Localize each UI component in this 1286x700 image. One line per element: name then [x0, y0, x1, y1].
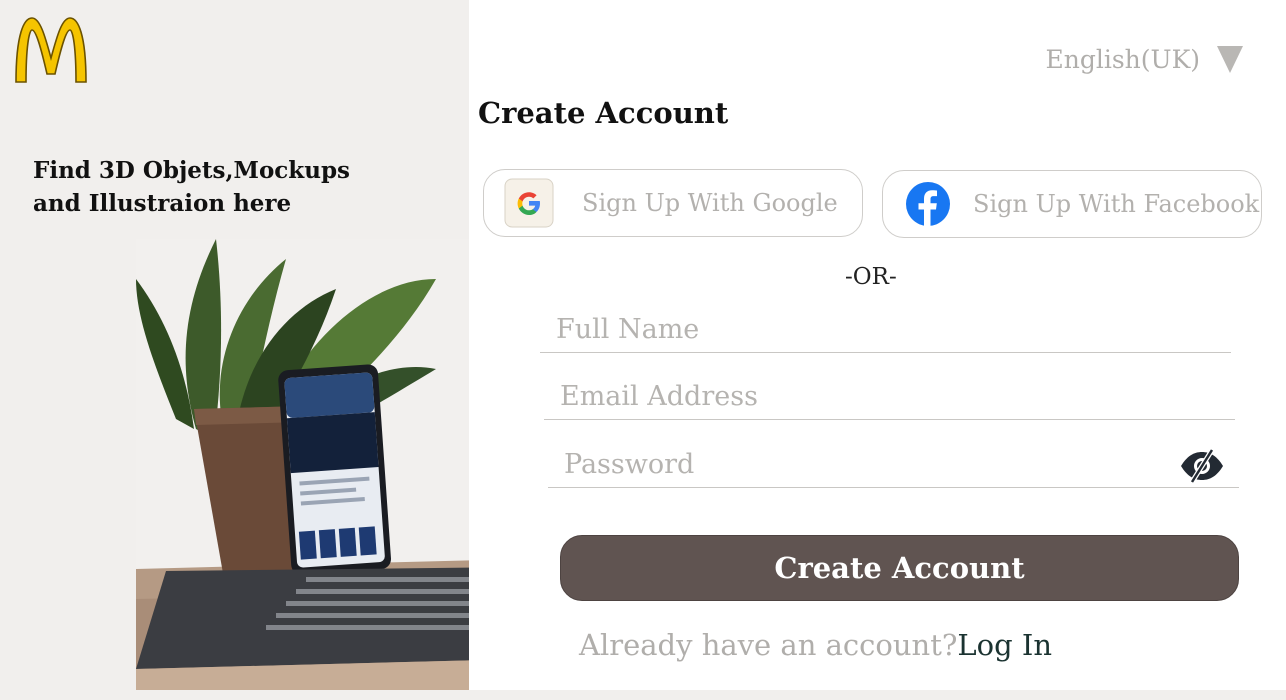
password-visibility-toggle[interactable] — [1162, 446, 1242, 486]
left-panel: Find 3D Objets,Mockups and Illustraion h… — [0, 0, 522, 700]
tagline-line-1: Find 3D Objets,Mockups — [33, 157, 350, 184]
email-input[interactable] — [544, 374, 1235, 419]
full-name-input[interactable] — [540, 307, 1231, 352]
language-selector[interactable]: English(UK) — [1045, 44, 1244, 74]
password-field — [548, 442, 1242, 488]
tagline: Find 3D Objets,Mockups and Illustraion h… — [33, 154, 353, 220]
google-icon — [504, 178, 554, 228]
facebook-signup-label: Sign Up With Facebook — [973, 190, 1260, 218]
facebook-signup-button[interactable]: Sign Up With Facebook — [882, 170, 1262, 238]
password-input[interactable] — [548, 442, 1239, 487]
login-prompt-line: Already have an account?Log In — [579, 628, 1052, 662]
facebook-icon — [906, 182, 950, 226]
hero-image — [136, 239, 522, 690]
language-label: English(UK) — [1045, 44, 1200, 74]
login-prompt: Already have an account? — [579, 628, 958, 662]
eye-slash-icon — [1181, 448, 1223, 484]
tagline-line-2: and Illustraion here — [33, 190, 292, 217]
signup-panel: English(UK) Create Account Sign Up With … — [469, 0, 1286, 690]
google-signup-label: Sign Up With Google — [582, 189, 838, 217]
full-name-field — [540, 307, 1231, 353]
or-divider: -OR- — [845, 264, 897, 290]
caret-down-icon — [1217, 46, 1243, 73]
create-account-button[interactable]: Create Account — [560, 535, 1239, 601]
golden-arches-logo[interactable] — [12, 14, 90, 86]
email-field — [544, 374, 1235, 420]
google-signup-button[interactable]: Sign Up With Google — [483, 169, 863, 237]
login-link[interactable]: Log In — [957, 628, 1052, 662]
page-title: Create Account — [478, 96, 729, 130]
